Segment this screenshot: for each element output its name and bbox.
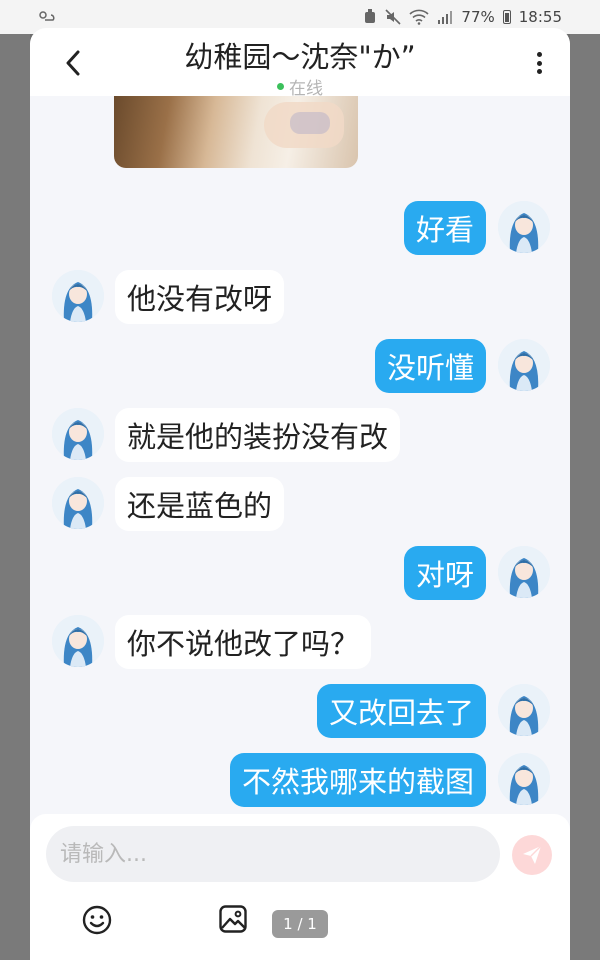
contact-avatar[interactable] bbox=[52, 615, 104, 667]
battery-icon bbox=[502, 10, 511, 24]
emoji-button[interactable] bbox=[81, 904, 113, 936]
contact-avatar[interactable] bbox=[52, 477, 104, 529]
weather-icon bbox=[39, 11, 55, 21]
shared-photo[interactable] bbox=[114, 94, 358, 168]
outgoing-bubble[interactable]: 没听懂 bbox=[374, 339, 486, 393]
battery-percent: 77% bbox=[461, 8, 495, 26]
outgoing-bubble[interactable]: 不然我哪来的截图 bbox=[229, 753, 486, 807]
my-avatar[interactable] bbox=[498, 339, 550, 391]
image-icon bbox=[219, 905, 247, 933]
mute-icon bbox=[385, 9, 401, 25]
contact-avatar[interactable] bbox=[52, 270, 104, 322]
more-dot bbox=[536, 52, 542, 57]
dimmed-background-right bbox=[570, 34, 600, 960]
outgoing-bubble[interactable]: 对呀 bbox=[403, 546, 486, 600]
message-row: 就是他的装扮没有改 bbox=[30, 408, 570, 462]
message-row: 又改回去了 bbox=[30, 684, 570, 738]
message-row: 没听懂 bbox=[30, 339, 570, 393]
message-row: 好看 bbox=[30, 201, 570, 255]
message-row: 还是蓝色的 bbox=[30, 477, 570, 531]
dimmed-background-left bbox=[0, 34, 30, 960]
outgoing-bubble[interactable]: 好看 bbox=[403, 201, 486, 255]
online-dot bbox=[277, 83, 284, 90]
more-button[interactable] bbox=[530, 48, 548, 78]
incoming-bubble[interactable]: 他没有改呀 bbox=[115, 270, 285, 324]
emoji-icon bbox=[82, 905, 112, 935]
incoming-bubble[interactable]: 你不说他改了吗？ bbox=[115, 615, 372, 669]
my-avatar[interactable] bbox=[498, 684, 550, 736]
message-row: 不然我哪来的截图 bbox=[30, 753, 570, 807]
message-row: 对呀 bbox=[30, 546, 570, 600]
more-dot bbox=[536, 60, 542, 66]
page-indicator: 1 / 1 bbox=[272, 910, 328, 938]
message-input[interactable] bbox=[46, 826, 500, 882]
online-status-label: 在线 bbox=[289, 79, 323, 99]
wifi-icon bbox=[409, 9, 429, 25]
my-avatar[interactable] bbox=[498, 201, 550, 253]
send-button[interactable] bbox=[512, 835, 552, 875]
chat-panel: 幼稚园～沈奈"か” 在线 好看 他没有改呀 没听懂 就是他的装扮没有改 还是蓝色… bbox=[30, 28, 570, 960]
message-row: 你不说他改了吗？ bbox=[30, 615, 570, 669]
chat-header: 幼稚园～沈奈"か” 在线 bbox=[30, 28, 570, 99]
contact-avatar[interactable] bbox=[52, 408, 104, 460]
outgoing-bubble[interactable]: 又改回去了 bbox=[316, 684, 486, 738]
send-icon bbox=[523, 845, 542, 864]
incoming-bubble[interactable]: 就是他的装扮没有改 bbox=[115, 408, 401, 462]
composer: 1 / 1 bbox=[30, 814, 570, 960]
more-dot bbox=[536, 69, 542, 74]
alarm-icon bbox=[365, 9, 376, 23]
message-row: 他没有改呀 bbox=[30, 270, 570, 324]
online-status: 在线 bbox=[30, 74, 570, 99]
my-avatar[interactable] bbox=[498, 753, 550, 805]
my-avatar[interactable] bbox=[498, 546, 550, 598]
signal-icon bbox=[438, 11, 453, 24]
image-button[interactable] bbox=[218, 904, 248, 934]
incoming-bubble[interactable]: 还是蓝色的 bbox=[115, 477, 285, 531]
chevron-left-icon bbox=[66, 50, 80, 76]
clock: 18:55 bbox=[518, 8, 562, 26]
chat-title: 幼稚园～沈奈"か” bbox=[184, 40, 416, 74]
